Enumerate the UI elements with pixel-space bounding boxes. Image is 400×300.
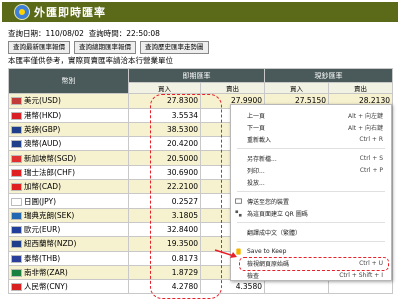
disclaimer-note: 本匯率僅供參考，實際買賣匯率請洽本行營業單位	[8, 56, 173, 65]
spot-buy-cell: 20.5000	[128, 150, 201, 166]
menu-item-back[interactable]: 上一頁 Alt + 向左鍵	[231, 109, 391, 121]
spot-buy-cell: 27.8300	[128, 93, 201, 109]
spot-buy-cell: 38.5300	[128, 121, 201, 138]
header-spot-sell: 賣出	[200, 82, 265, 95]
flag-icon	[11, 97, 22, 106]
header-cash: 現鈔匯率	[264, 67, 393, 84]
currency-cell: 紐西蘭幣(NZD)	[8, 236, 129, 252]
header-spot-buy: 買入	[128, 82, 201, 95]
arrow-icon	[214, 249, 237, 258]
flag-icon	[11, 183, 22, 192]
currency-cell: 人民幣(CNY)	[8, 279, 129, 295]
page-title: 外匯即時匯率	[34, 6, 106, 19]
currency-cell: 澳幣(AUD)	[8, 136, 129, 152]
spot-buy-cell: 19.3500	[128, 236, 201, 252]
menu-divider	[237, 241, 385, 242]
flag-icon	[11, 140, 22, 149]
header-cash-buy: 買入	[264, 82, 329, 95]
flag-icon	[11, 283, 22, 292]
currency-cell: 加幣(CAD)	[8, 179, 129, 195]
menu-item-forward[interactable]: 下一頁 Alt + 向右鍵	[231, 121, 391, 133]
menu-divider	[237, 148, 385, 149]
spot-buy-cell: 0.8173	[128, 250, 201, 266]
menu-item-send-to-devices[interactable]: 傳送至您的裝置	[231, 195, 391, 207]
page-header: 外匯即時匯率	[2, 2, 398, 22]
button-row: 查詢最新匯率報價 查詢總期匯率報價 查詢歷史匯率走勢圖	[8, 41, 209, 54]
flag-icon	[11, 197, 22, 206]
cash-sell-cell	[328, 279, 393, 295]
currency-cell: 瑞典克朗(SEK)	[8, 207, 129, 223]
qr-code-icon	[235, 209, 242, 217]
currency-cell: 日圓(JPY)	[8, 193, 129, 209]
context-menu: 上一頁 Alt + 向左鍵 下一頁 Alt + 向右鍵 重新載入 Ctrl + R 另…	[230, 104, 392, 281]
currency-cell: 新加坡幣(SGD)	[8, 150, 129, 166]
currency-cell: 美元(USD)	[8, 93, 129, 109]
latest-rates-button[interactable]: 查詢最新匯率報價	[8, 41, 70, 54]
menu-item-save-to-keep[interactable]: Save to Keep	[231, 245, 391, 257]
spot-buy-cell: 4.2780	[128, 279, 201, 295]
cash-buy-cell	[264, 279, 329, 295]
currency-cell: 英鎊(GBP)	[8, 121, 129, 138]
currency-cell: 南非幣(ZAR)	[8, 264, 129, 281]
query-time: 查詢時間：22:50:08	[88, 29, 160, 38]
flag-icon	[11, 111, 22, 120]
device-icon	[235, 198, 242, 204]
flag-icon	[11, 254, 22, 263]
flag-icon	[11, 226, 22, 235]
flag-icon	[11, 211, 22, 220]
currency-cell: 港幣(HKD)	[8, 107, 129, 123]
flag-icon	[11, 126, 22, 135]
header-cash-sell: 賣出	[328, 82, 393, 95]
spot-buy-cell: 30.6900	[128, 164, 201, 181]
spot-buy-cell: 32.8400	[128, 221, 201, 238]
flag-icon	[11, 154, 22, 163]
currency-cell: 歐元(EUR)	[8, 221, 129, 238]
query-date: 查詢日期：110/08/02	[8, 29, 84, 38]
bank-logo-icon	[14, 4, 30, 20]
flag-icon	[11, 269, 22, 277]
header-spot: 即期匯率	[128, 67, 265, 84]
spot-buy-cell: 1.8729	[128, 264, 201, 281]
menu-item-cast[interactable]: 投放...	[231, 176, 391, 188]
flag-icon	[11, 168, 22, 177]
menu-item-save-as[interactable]: 另存新檔... Ctrl + S	[231, 152, 391, 164]
spot-buy-cell: 22.2100	[128, 179, 201, 195]
flag-icon	[11, 240, 22, 249]
menu-divider	[237, 222, 385, 223]
header-currency: 幣別	[8, 67, 129, 95]
currency-cell: 瑞士法郎(CHF)	[8, 164, 129, 181]
currency-cell: 泰幣(THB)	[8, 250, 129, 266]
menu-item-reload[interactable]: 重新載入 Ctrl + R	[231, 133, 391, 145]
spot-sell-cell: 4.3580	[200, 279, 265, 295]
table-row: 人民幣(CNY) 4.2780 4.3580	[8, 279, 393, 295]
history-chart-button[interactable]: 查詢歷史匯率走勢圖	[140, 41, 209, 54]
menu-divider	[237, 191, 385, 192]
spot-buy-cell: 0.2527	[128, 193, 201, 209]
view-source-highlight	[239, 257, 389, 271]
spot-buy-cell: 3.1805	[128, 207, 201, 223]
menu-item-print[interactable]: 列印... Ctrl + P	[231, 164, 391, 176]
forward-rates-button[interactable]: 查詢總期匯率報價	[74, 41, 136, 54]
query-info: 查詢日期：110/08/02 查詢時間：22:50:08	[8, 28, 160, 39]
spot-buy-cell: 3.5534	[128, 107, 201, 123]
spot-buy-cell: 20.4200	[128, 136, 201, 152]
menu-item-translate[interactable]: 翻譯成中文（繁體）	[231, 226, 391, 238]
menu-item-qr-code[interactable]: 為這頁面建立 QR 圖碼	[231, 207, 391, 219]
